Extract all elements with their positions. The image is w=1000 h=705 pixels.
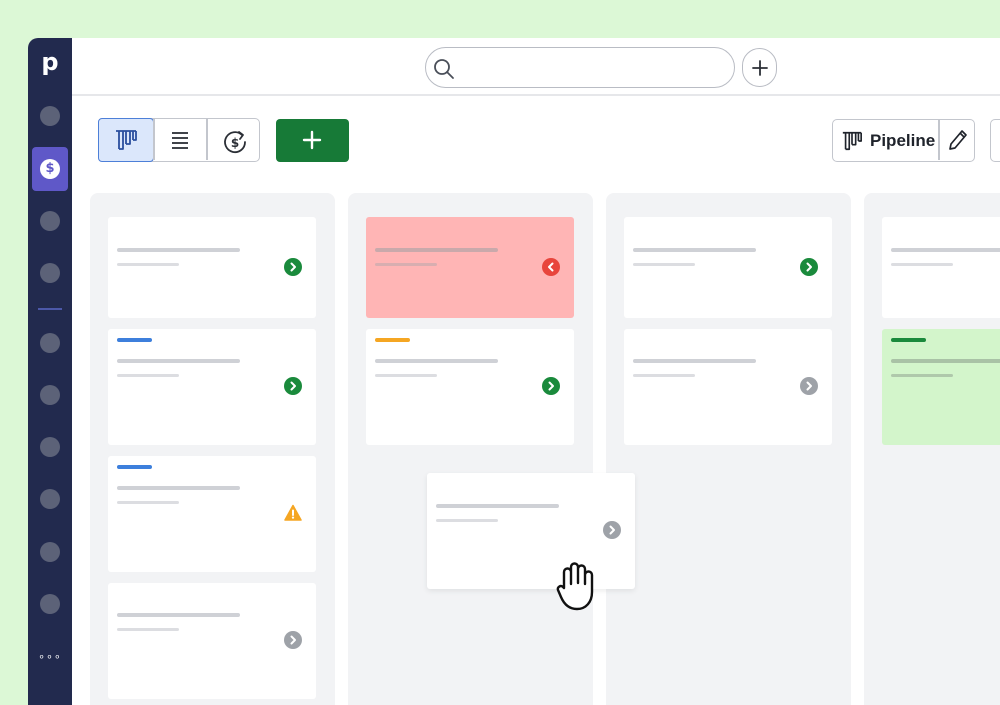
deal-card[interactable] [108, 217, 316, 318]
deal-title-placeholder [117, 359, 240, 363]
deal-card-overdue[interactable] [366, 217, 574, 318]
deal-subtitle-placeholder [117, 374, 179, 377]
kanban-icon [115, 129, 137, 150]
chevron-right-icon [800, 377, 818, 395]
top-bar [72, 38, 1000, 96]
forecast-coin-icon: $ [224, 131, 246, 154]
search-field[interactable] [425, 47, 735, 88]
deal-subtitle-placeholder [375, 374, 437, 377]
chevron-right-icon [603, 521, 621, 539]
deal-card[interactable] [108, 456, 316, 572]
plus-icon [752, 60, 768, 76]
deal-title-placeholder [117, 613, 240, 617]
chevron-right-icon [800, 258, 818, 276]
deal-title-placeholder [891, 359, 1000, 363]
pipeline-dropdown-label[interactable]: Pipeline [870, 131, 935, 151]
deal-subtitle-placeholder [436, 519, 498, 522]
sidebar-item-4[interactable] [40, 263, 60, 283]
view-switcher: $ [97, 117, 261, 162]
grab-hand-icon [556, 562, 594, 611]
status-icon[interactable] [284, 258, 302, 276]
sidebar-divider [38, 308, 62, 310]
chevron-right-icon [284, 631, 302, 649]
status-icon[interactable] [800, 258, 818, 276]
pencil-icon [949, 130, 967, 150]
forecast-view-button[interactable]: $ [207, 119, 261, 160]
pipeline-view-button[interactable] [97, 117, 154, 162]
sidebar-item-3[interactable] [40, 211, 60, 231]
status-icon[interactable] [284, 631, 302, 649]
label-stripe [117, 338, 152, 342]
search-input[interactable] [462, 54, 722, 80]
search-icon [434, 59, 454, 79]
svg-text:$: $ [231, 136, 239, 150]
kanban-icon [842, 131, 862, 151]
deal-subtitle-placeholder [633, 263, 695, 266]
deal-card[interactable] [108, 329, 316, 445]
sidebar-item-deals[interactable]: $ [32, 147, 68, 191]
quick-add-button[interactable] [742, 48, 777, 87]
sidebar-item-5[interactable] [40, 333, 60, 353]
deal-subtitle-placeholder [891, 263, 953, 266]
status-icon[interactable] [542, 377, 560, 395]
deal-title-placeholder [117, 248, 240, 252]
status-icon[interactable] [284, 377, 302, 395]
pipeline-selector: Pipeline [832, 119, 975, 162]
label-stripe [117, 465, 152, 469]
pipedrive-logo[interactable]: p [28, 48, 72, 76]
deal-card[interactable] [624, 329, 832, 445]
status-icon[interactable] [800, 377, 818, 395]
deal-card[interactable] [366, 329, 574, 445]
sidebar-item-7[interactable] [40, 437, 60, 457]
pipeline-stage-column [864, 193, 1000, 705]
label-stripe [375, 338, 410, 342]
deal-subtitle-placeholder [117, 628, 179, 631]
deal-title-placeholder [891, 248, 1000, 252]
pipeline-stage-column [606, 193, 851, 705]
dollar-coin-icon: $ [40, 159, 60, 179]
list-icon [172, 132, 188, 149]
sidebar-item-8[interactable] [40, 489, 60, 509]
status-icon[interactable] [603, 521, 621, 539]
sidebar-item-6[interactable] [40, 385, 60, 405]
edit-pipeline-button[interactable] [940, 120, 974, 160]
add-deal-button[interactable] [276, 119, 349, 162]
deal-card[interactable] [108, 583, 316, 699]
deal-card[interactable] [882, 217, 1000, 318]
deal-title-placeholder [375, 248, 498, 252]
chevron-right-icon [542, 377, 560, 395]
status-icon[interactable] [542, 258, 560, 276]
chevron-right-icon [284, 377, 302, 395]
deal-title-placeholder [375, 359, 498, 363]
sidebar: p $ ∘∘∘ [28, 38, 72, 705]
dragged-deal-card[interactable] [427, 473, 635, 589]
deal-card-won[interactable] [882, 329, 1000, 445]
deal-subtitle-placeholder [117, 263, 179, 266]
warning-triangle-icon [284, 504, 302, 521]
chevron-right-icon [284, 258, 302, 276]
sidebar-item-1[interactable] [40, 106, 60, 126]
deal-title-placeholder [436, 504, 559, 508]
deal-title-placeholder [633, 248, 756, 252]
deal-subtitle-placeholder [891, 374, 953, 377]
deal-subtitle-placeholder [375, 263, 437, 266]
deal-card[interactable] [624, 217, 832, 318]
list-view-button[interactable] [154, 119, 208, 160]
sidebar-item-10[interactable] [40, 594, 60, 614]
deal-title-placeholder [633, 359, 756, 363]
warning-icon[interactable] [284, 504, 302, 522]
more-options-button[interactable] [990, 119, 1000, 162]
pipeline-stage-column [90, 193, 335, 705]
more-icon[interactable]: ∘∘∘ [28, 650, 72, 664]
sidebar-item-9[interactable] [40, 542, 60, 562]
deal-subtitle-placeholder [117, 501, 179, 504]
pipeline-stage-column [348, 193, 593, 705]
deal-title-placeholder [117, 486, 240, 490]
plus-icon [302, 130, 322, 150]
app-window: p $ ∘∘∘ $ Pipeline [28, 38, 1000, 705]
chevron-left-icon [542, 258, 560, 276]
deal-subtitle-placeholder [633, 374, 695, 377]
label-stripe [891, 338, 926, 342]
